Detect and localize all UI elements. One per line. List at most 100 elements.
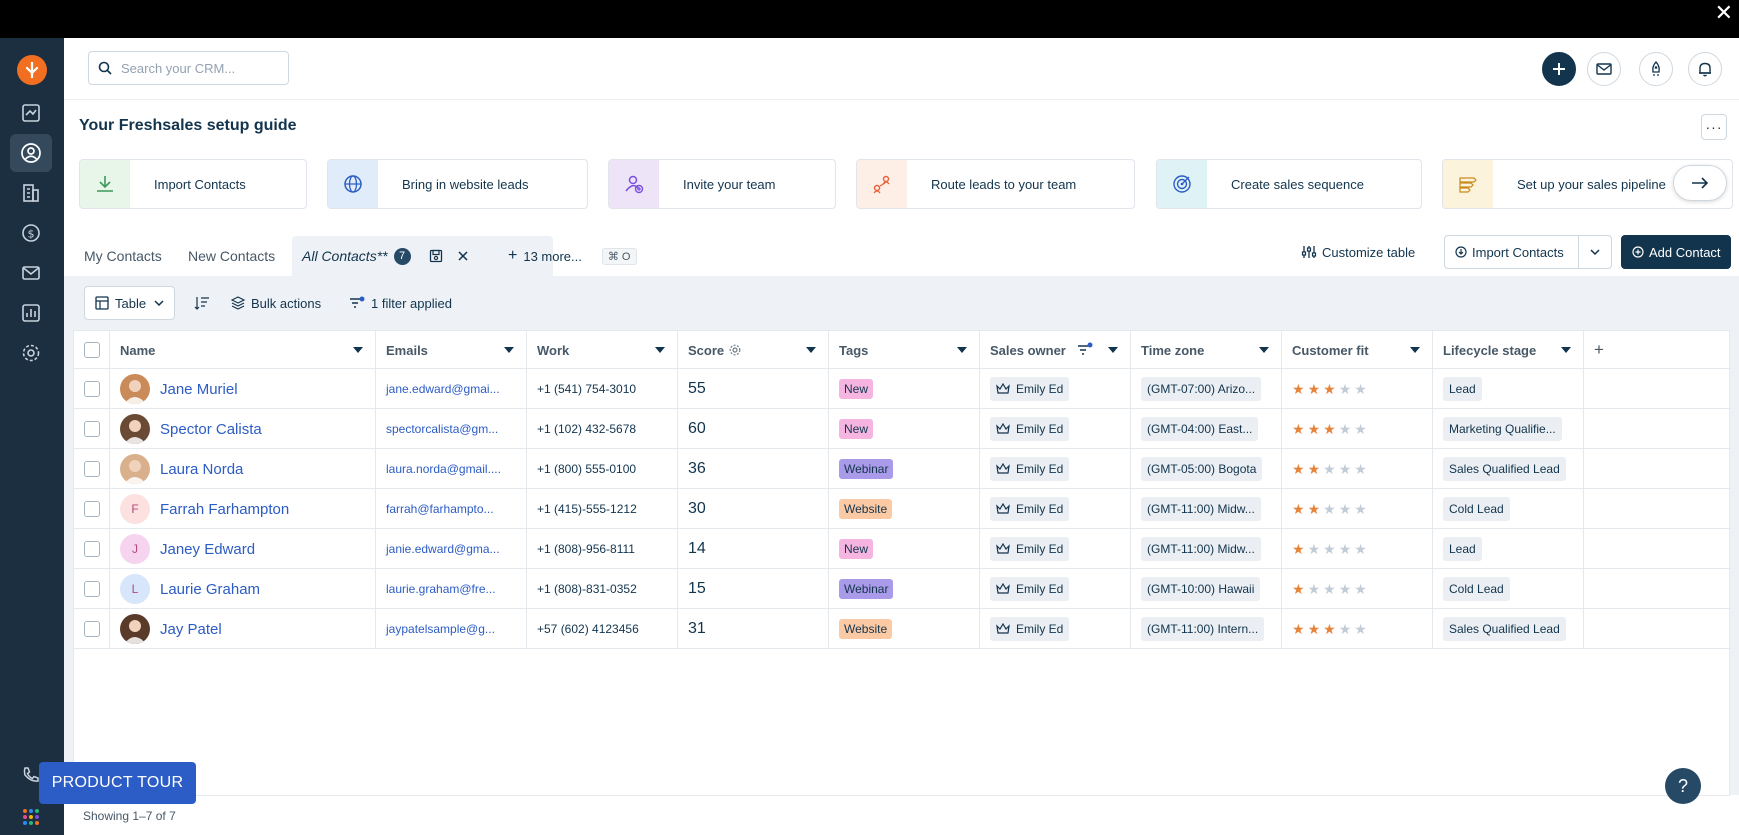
table-row[interactable]: L Laurie Graham laurie.graham@fre... +1 (80…	[74, 569, 1731, 609]
help-button[interactable]: ?	[1665, 768, 1701, 804]
tags-cell[interactable]: New	[829, 369, 980, 409]
column-header-time-zone[interactable]: Time zone	[1131, 331, 1282, 369]
star-icon[interactable]: ★	[1323, 622, 1336, 636]
column-header-emails[interactable]: Emails	[376, 331, 527, 369]
row-checkbox[interactable]	[84, 421, 100, 437]
sales-owner-cell[interactable]: Emily Ed	[980, 449, 1131, 489]
star-icon[interactable]: ★	[1339, 622, 1352, 636]
time-zone-cell[interactable]: (GMT-11:00) Intern...	[1131, 609, 1282, 649]
sales-owner-cell[interactable]: Emily Ed	[980, 369, 1131, 409]
star-icon[interactable]: ★	[1323, 422, 1336, 436]
guide-card-website-leads[interactable]: Bring in website leads	[327, 159, 588, 209]
customer-fit-rating[interactable]: ★ ★ ★ ★ ★	[1292, 622, 1367, 636]
product-tour-button[interactable]: PRODUCT TOUR	[39, 762, 196, 804]
email-link[interactable]: laurie.graham@fre...	[386, 582, 496, 596]
table-row[interactable]: Laura Norda laura.norda@gmail.... +1 (800)…	[74, 449, 1731, 489]
search-input[interactable]: Search your CRM...	[88, 51, 289, 85]
row-checkbox[interactable]	[84, 501, 100, 517]
contact-name-link[interactable]: Laurie Graham	[160, 581, 260, 598]
star-icon[interactable]: ★	[1292, 462, 1305, 476]
star-icon[interactable]: ★	[1308, 542, 1321, 556]
reports-icon[interactable]	[10, 294, 52, 332]
email-cell[interactable]: spectorcalista@gm...	[376, 409, 527, 449]
select-all-checkbox[interactable]	[84, 342, 100, 358]
star-icon[interactable]: ★	[1323, 382, 1336, 396]
star-icon[interactable]: ★	[1292, 542, 1305, 556]
star-icon[interactable]: ★	[1308, 582, 1321, 596]
star-icon[interactable]: ★	[1354, 542, 1367, 556]
table-row[interactable]: Jane Muriel jane.edward@gmai... +1 (541) 7…	[74, 369, 1731, 409]
tags-cell[interactable]: New	[829, 529, 980, 569]
star-icon[interactable]: ★	[1354, 622, 1367, 636]
star-icon[interactable]: ★	[1308, 422, 1321, 436]
star-icon[interactable]: ★	[1354, 582, 1367, 596]
customer-fit-rating[interactable]: ★ ★ ★ ★ ★	[1292, 502, 1367, 516]
freshsales-logo-icon[interactable]	[17, 55, 47, 85]
sales-owner-cell[interactable]: Emily Ed	[980, 529, 1131, 569]
star-icon[interactable]: ★	[1339, 542, 1352, 556]
guide-card-route-leads[interactable]: Route leads to your team	[856, 159, 1135, 209]
add-column-button[interactable]: +	[1584, 331, 1624, 369]
contact-name-link[interactable]: Spector Calista	[160, 421, 262, 438]
work-phone-cell[interactable]: +1 (541) 754-3010	[527, 369, 678, 409]
bulk-actions-button[interactable]: Bulk actions	[231, 286, 321, 320]
column-header-work[interactable]: Work	[527, 331, 678, 369]
lifecycle-stage-cell[interactable]: Sales Qualified Lead	[1433, 609, 1584, 649]
row-checkbox[interactable]	[84, 381, 100, 397]
star-icon[interactable]: ★	[1323, 582, 1336, 596]
time-zone-cell[interactable]: (GMT-04:00) East...	[1131, 409, 1282, 449]
customize-table-button[interactable]: Customize table	[1301, 235, 1415, 269]
lifecycle-stage-cell[interactable]: Lead	[1433, 529, 1584, 569]
star-icon[interactable]: ★	[1308, 462, 1321, 476]
filter-button[interactable]: 1 filter applied	[349, 286, 452, 320]
email-link[interactable]: farrah@farhampto...	[386, 502, 494, 516]
star-icon[interactable]: ★	[1292, 422, 1305, 436]
dashboard-icon[interactable]	[10, 94, 52, 132]
table-row[interactable]: J Janey Edward janie.edward@gma... +1 (808)…	[74, 529, 1731, 569]
column-header-lifecycle-stage[interactable]: Lifecycle stage	[1433, 331, 1584, 369]
work-phone-cell[interactable]: +1 (102) 432-5678	[527, 409, 678, 449]
time-zone-cell[interactable]: (GMT-11:00) Midw...	[1131, 529, 1282, 569]
work-phone-cell[interactable]: +1 (800) 555-0100	[527, 449, 678, 489]
sales-owner-cell[interactable]: Emily Ed	[980, 489, 1131, 529]
column-header-customer-fit[interactable]: Customer fit	[1282, 331, 1433, 369]
sales-owner-cell[interactable]: Emily Ed	[980, 569, 1131, 609]
star-icon[interactable]: ★	[1323, 502, 1336, 516]
deals-icon[interactable]: $	[10, 214, 52, 252]
customer-fit-rating[interactable]: ★ ★ ★ ★ ★	[1292, 582, 1367, 596]
mail-icon[interactable]	[10, 254, 52, 292]
email-cell[interactable]: laura.norda@gmail....	[376, 449, 527, 489]
star-icon[interactable]: ★	[1292, 502, 1305, 516]
column-header-score[interactable]: Score	[678, 331, 829, 369]
time-zone-cell[interactable]: (GMT-11:00) Midw...	[1131, 489, 1282, 529]
star-icon[interactable]: ★	[1339, 502, 1352, 516]
work-phone-cell[interactable]: +1 (808)-831-0352	[527, 569, 678, 609]
contact-name-link[interactable]: Farrah Farhampton	[160, 501, 289, 518]
tags-cell[interactable]: New	[829, 409, 980, 449]
column-menu-caret[interactable]	[655, 347, 665, 353]
star-icon[interactable]: ★	[1339, 382, 1352, 396]
star-icon[interactable]: ★	[1308, 382, 1321, 396]
column-menu-caret[interactable]	[504, 347, 514, 353]
star-icon[interactable]: ★	[1354, 422, 1367, 436]
lifecycle-stage-cell[interactable]: Marketing Qualifie...	[1433, 409, 1584, 449]
column-header-name[interactable]: Name	[110, 331, 376, 369]
row-checkbox[interactable]	[84, 581, 100, 597]
email-cell[interactable]: laurie.graham@fre...	[376, 569, 527, 609]
column-menu-caret[interactable]	[1259, 347, 1269, 353]
time-zone-cell[interactable]: (GMT-10:00) Hawaii	[1131, 569, 1282, 609]
sort-button[interactable]	[194, 286, 210, 320]
star-icon[interactable]: ★	[1354, 382, 1367, 396]
email-link[interactable]: laura.norda@gmail....	[386, 462, 501, 476]
time-zone-cell[interactable]: (GMT-07:00) Arizo...	[1131, 369, 1282, 409]
time-zone-cell[interactable]: (GMT-05:00) Bogota	[1131, 449, 1282, 489]
star-icon[interactable]: ★	[1354, 462, 1367, 476]
email-cell[interactable]: janie.edward@gma...	[376, 529, 527, 569]
create-new-button[interactable]	[1542, 52, 1576, 86]
star-icon[interactable]: ★	[1308, 622, 1321, 636]
guide-card-sales-sequence[interactable]: Create sales sequence	[1156, 159, 1422, 209]
sales-owner-cell[interactable]: Emily Ed	[980, 409, 1131, 449]
email-cell[interactable]: jane.edward@gmai...	[376, 369, 527, 409]
work-phone-cell[interactable]: +1 (415)-555-1212	[527, 489, 678, 529]
column-menu-caret[interactable]	[1108, 347, 1118, 353]
